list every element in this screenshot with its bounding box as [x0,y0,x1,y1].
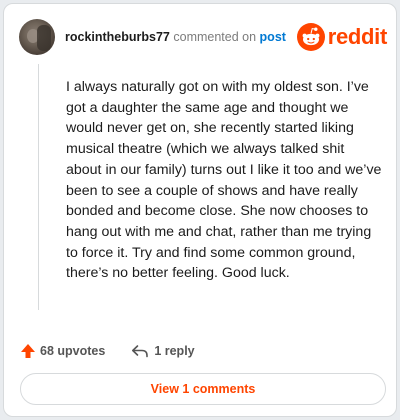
reply-arrow-icon [132,345,149,358]
post-link[interactable]: post [260,30,286,44]
thread-line [38,64,39,310]
reply-button[interactable]: 1 reply [131,344,195,358]
upvote-button[interactable]: 68 upvotes [20,343,105,359]
avatar[interactable] [19,19,55,55]
reddit-logo[interactable]: reddit [296,22,388,52]
logo-wordmark: reddit [327,24,388,49]
reddit-snoo-icon [296,23,325,51]
comment-meta: rockintheburbs77 commented on post [65,30,286,44]
reply-count: 1 reply [154,344,195,358]
comment-actions: 68 upvotes 1 reply [20,341,195,361]
action-text: commented on [173,30,257,44]
upvote-count: 68 upvotes [40,344,106,358]
comment-card: rockintheburbs77 commented on post reddi… [3,3,397,417]
upvote-arrow-icon [21,344,35,358]
comment-header: rockintheburbs77 commented on post reddi… [19,18,387,56]
username-link[interactable]: rockintheburbs77 [65,30,170,44]
view-comments-button[interactable]: View 1 comments [20,373,386,405]
comment-body: I always naturally got on with my oldest… [66,79,382,282]
